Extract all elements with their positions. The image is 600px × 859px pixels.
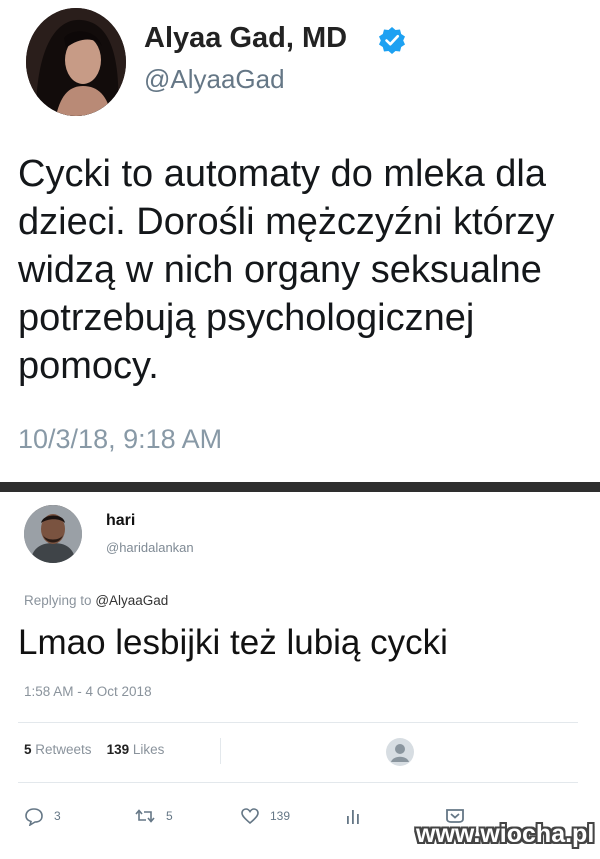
replying-to: Replying to @AlyaaGad (24, 593, 168, 608)
reply-author-name[interactable]: hari (106, 512, 135, 530)
stats-separator (220, 738, 221, 764)
retweets-count[interactable]: 5 (24, 742, 32, 757)
likes-label[interactable]: Likes (133, 742, 165, 757)
reply-author-handle[interactable]: @haridalankan (106, 540, 194, 555)
author-name[interactable]: Alyaa Gad, MD (144, 22, 347, 55)
heart-icon (241, 808, 259, 825)
analytics-icon (347, 810, 359, 824)
screenshot-divider (0, 482, 600, 492)
retweet-count: 5 (166, 809, 173, 823)
reply-count: 3 (54, 809, 61, 823)
tweet-timestamp[interactable]: 10/3/18, 9:18 AM (18, 424, 222, 455)
analytics-action[interactable] (344, 806, 362, 826)
replying-to-handle[interactable]: @AlyaaGad (95, 593, 168, 608)
retweet-action[interactable]: 5 (134, 806, 173, 826)
user-avatar-icon[interactable] (385, 737, 415, 767)
divider-line (18, 782, 578, 783)
reply-timestamp[interactable]: 1:58 AM - 4 Oct 2018 (24, 684, 152, 699)
reply-author-avatar[interactable] (24, 505, 82, 563)
reply-action[interactable]: 3 (24, 806, 61, 826)
replying-to-label: Replying to (24, 593, 92, 608)
like-count: 139 (270, 809, 291, 823)
retweets-label[interactable]: Retweets (35, 742, 91, 757)
retweet-icon (135, 809, 155, 823)
tweet-text: Cycki to automaty do mleka dla dzieci. D… (18, 153, 555, 387)
likes-count[interactable]: 139 (107, 742, 130, 757)
divider-line (18, 722, 578, 723)
like-action[interactable]: 139 (240, 806, 290, 826)
watermark: www.wiocha.pl (416, 820, 595, 848)
reply-text: Lmao lesbijki też lubią cycki (18, 623, 448, 662)
author-avatar[interactable] (26, 8, 126, 116)
verified-badge-icon (379, 27, 405, 54)
engagement-stats: 5 Retweets 139 Likes (24, 742, 164, 757)
reply-icon (25, 808, 43, 826)
author-handle[interactable]: @AlyaaGad (144, 64, 285, 95)
